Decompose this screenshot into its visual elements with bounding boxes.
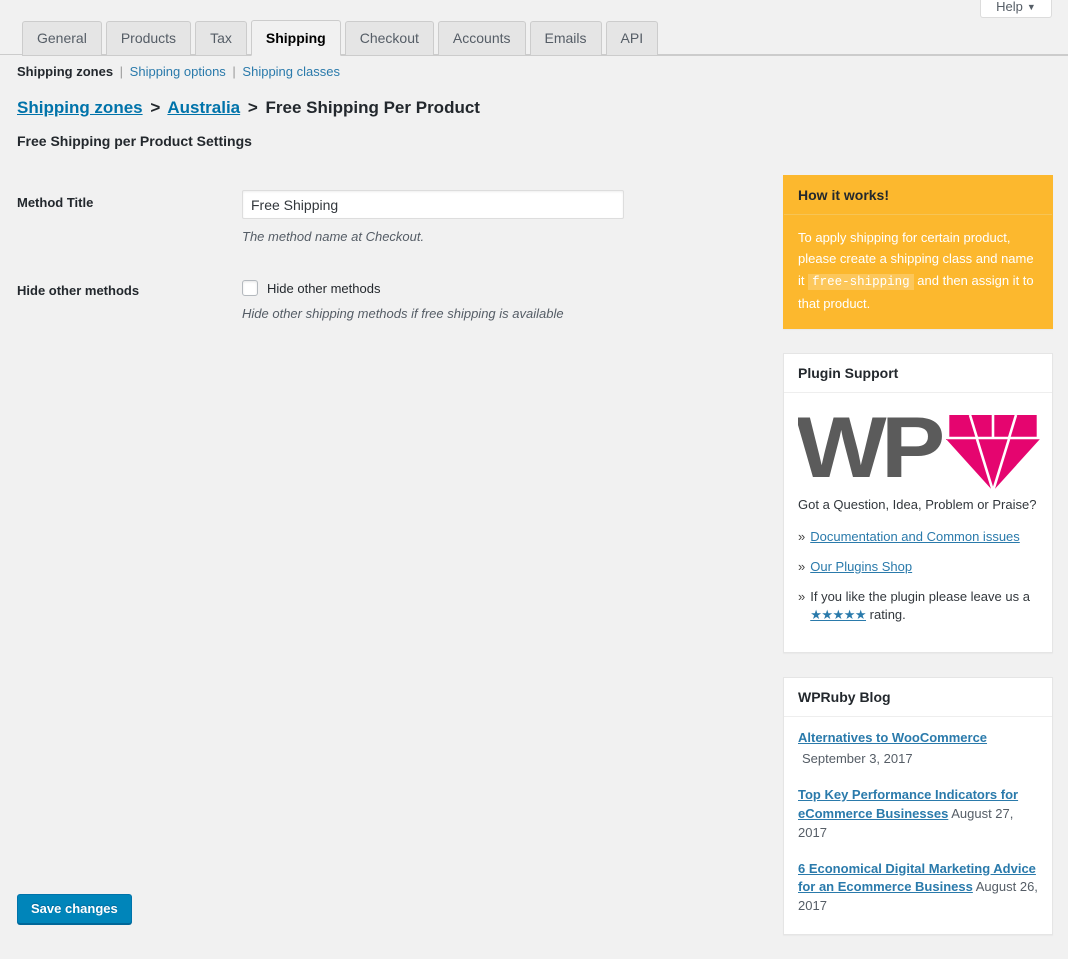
breadcrumb-separator-2: > [247, 98, 258, 117]
support-item-rating: » If you like the plugin please leave us… [798, 588, 1038, 626]
list-item: Top Key Performance Indicators for eComm… [798, 786, 1038, 843]
form-row-method-title: Method Title The method name at Checkout… [17, 190, 717, 244]
subnav-separator: | [228, 64, 240, 79]
chevron-down-icon: ▼ [1026, 2, 1036, 12]
list-item: 6 Economical Digital Marketing Advice fo… [798, 860, 1038, 917]
method-title-description: The method name at Checkout. [242, 229, 425, 244]
tab-tax[interactable]: Tax [195, 21, 247, 55]
hide-other-methods-description: Hide other shipping methods if free ship… [242, 306, 564, 321]
tab-general[interactable]: General [22, 21, 102, 55]
bullet-icon: » [798, 558, 806, 574]
plugin-support-panel: Plugin Support WP Got a Question, Idea, … [783, 352, 1053, 654]
method-title-label: Method Title [17, 195, 94, 210]
rating-text-before: If you like the plugin please leave us a [810, 588, 1030, 604]
hide-other-methods-label: Hide other methods [17, 283, 140, 298]
subnav-separator: | [116, 64, 127, 79]
bullet-icon: » [798, 588, 806, 604]
how-it-works-code: free-shipping [808, 273, 914, 290]
list-item: Alternatives to WooCommerce September 3,… [798, 729, 1038, 769]
tab-checkout[interactable]: Checkout [344, 21, 434, 55]
wpruby-blog-title: WPRuby Blog [784, 678, 1052, 718]
blog-post-date: September 3, 2017 [802, 751, 913, 767]
save-button[interactable]: Save changes [17, 894, 132, 924]
help-button[interactable]: Help ▼ [980, 0, 1052, 18]
plugin-support-lead: Got a Question, Idea, Problem or Praise? [798, 496, 1037, 512]
wpruby-blog-body: Alternatives to WooCommerce September 3,… [784, 717, 1052, 934]
wpruby-blog-panel: WPRuby Blog Alternatives to WooCommerce … [783, 677, 1053, 936]
tab-emails[interactable]: Emails [529, 21, 602, 55]
rating-text-after: rating. [869, 607, 906, 623]
support-item-plugins-shop: » Our Plugins Shop [798, 558, 1038, 577]
tab-products[interactable]: Products [105, 21, 192, 55]
breadcrumb-current: Free Shipping Per Product [265, 98, 480, 117]
hide-other-methods-checkbox-label[interactable]: Hide other methods [267, 281, 380, 296]
tab-accounts[interactable]: Accounts [437, 21, 526, 55]
shipping-subnav: Shipping zones | Shipping options | Ship… [17, 64, 340, 79]
breadcrumb-link-shipping-zones[interactable]: Shipping zones [17, 98, 143, 117]
method-title-field-wrap: The method name at Checkout. [242, 190, 717, 244]
how-it-works-title: How it works! [784, 176, 1052, 215]
plugin-support-title: Plugin Support [784, 354, 1052, 393]
documentation-link[interactable]: Documentation and Common issues [810, 528, 1020, 547]
how-it-works-panel: How it works! To apply shipping for cert… [783, 175, 1053, 329]
plugin-support-body: WP Got a Question, Idea, Problem or Prai… [784, 393, 1052, 652]
subnav-current-shipping-zones: Shipping zones [17, 64, 114, 79]
hide-other-methods-field-wrap: Hide other methods Hide other shipping m… [242, 278, 717, 321]
breadcrumb-separator-1: > [150, 98, 161, 117]
tab-api[interactable]: API [605, 21, 659, 55]
support-item-documentation: » Documentation and Common issues [798, 528, 1038, 547]
settings-tab-bar: General Products Tax Shipping Checkout Accoun… [0, 20, 1068, 56]
how-it-works-body: To apply shipping for certain product, p… [784, 215, 1052, 328]
breadcrumb-link-australia[interactable]: Australia [167, 98, 240, 117]
help-button-label: Help [996, 0, 1023, 14]
subnav-link-shipping-options[interactable]: Shipping options [130, 64, 226, 79]
plugins-shop-link[interactable]: Our Plugins Shop [810, 558, 912, 577]
svg-text:WP: WP [798, 405, 942, 491]
method-title-input[interactable] [242, 190, 624, 219]
hide-other-methods-checkbox-row[interactable]: Hide other methods [242, 278, 717, 296]
subnav-link-shipping-classes[interactable]: Shipping classes [242, 64, 340, 79]
bullet-icon: » [798, 528, 806, 544]
page-title: Free Shipping per Product Settings [17, 133, 252, 149]
tab-shipping[interactable]: Shipping [250, 20, 341, 56]
wpruby-logo: WP [798, 405, 1040, 491]
blog-post-link[interactable]: Alternatives to WooCommerce [798, 730, 987, 745]
settings-form: Method Title The method name at Checkout… [17, 190, 717, 355]
star-rating-icon[interactable]: ★★★★★ [810, 607, 866, 622]
diamond-icon [946, 414, 1040, 491]
hide-other-methods-checkbox[interactable] [242, 280, 258, 296]
form-row-hide-other-methods: Hide other methods Hide other methods Hi… [17, 278, 717, 321]
sidebar: How it works! To apply shipping for cert… [783, 175, 1053, 959]
rating-text-wrap: If you like the plugin please leave us a… [810, 588, 1038, 626]
breadcrumb: Shipping zones > Australia > Free Shippi… [17, 98, 480, 118]
